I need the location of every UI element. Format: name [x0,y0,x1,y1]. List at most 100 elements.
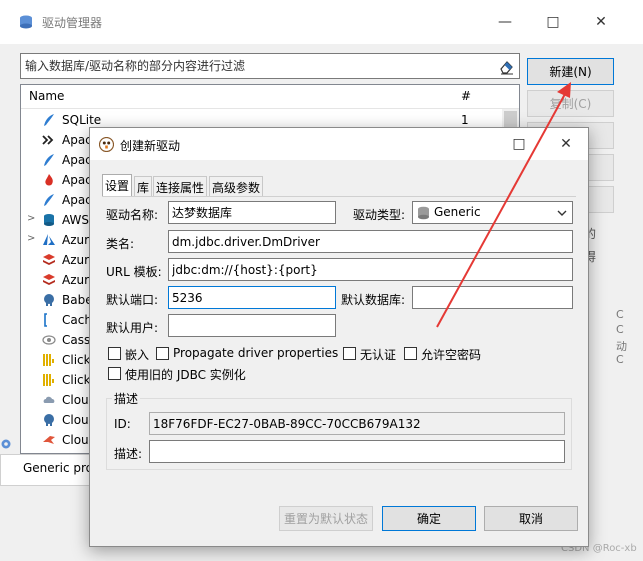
feather-icon [44,154,54,166]
driver-name: Clou [62,413,89,427]
url-template-input[interactable] [168,258,573,281]
propagate-checkbox-box[interactable] [156,347,169,360]
column-name[interactable]: Name [29,89,64,103]
close-icon[interactable]: ✕ [549,132,583,156]
driver-filter-box [20,53,520,79]
url-template-label: URL 模板: [106,265,162,279]
driver-name: Apac [62,133,92,147]
driver-name: Azur [62,233,90,247]
column-count[interactable]: # [461,89,471,103]
allow-empty-password-label: 允许空密码 [421,348,482,362]
allow-empty-password-checkbox[interactable]: 允许空密码 [404,346,488,362]
driver-description-text: Generic pro [23,461,93,475]
bird-icon [43,436,55,444]
driver-manager-titlebar: 驱动管理器 — □ ✕ [0,0,643,44]
bars-icon [43,374,54,386]
propagate-checkbox-label: Propagate driver properties [173,346,339,360]
copy-driver-button[interactable]: 复制(C) [527,90,614,117]
maximize-icon[interactable]: □ [502,132,536,156]
legacy-jdbc-checkbox[interactable]: 使用旧的 JDBC 实例化 [108,366,268,382]
eraser-icon[interactable] [498,58,515,75]
tab-connection-properties[interactable]: 连接属性 [153,176,208,196]
embedded-checkbox[interactable]: 嵌入 [108,346,152,362]
flame-icon [45,174,53,186]
propagate-driver-properties-checkbox[interactable]: Propagate driver properties [156,346,340,362]
driver-filter-input[interactable] [23,56,493,76]
driver-name: Babe [62,293,93,307]
driver-name: Cach [62,313,92,327]
maximize-icon[interactable]: □ [538,10,568,34]
legacy-jdbc-checkbox-box[interactable] [108,367,121,380]
id-label: ID: [114,417,131,431]
driver-name: AWS [62,213,90,227]
driver-name: Cass [62,333,91,347]
default-database-label: 默认数据库: [341,293,406,307]
no-auth-checkbox-label: 无认证 [360,348,397,362]
cloud-icon [43,396,55,403]
legacy-jdbc-checkbox-label: 使用旧的 JDBC 实例化 [125,368,246,382]
chevrons-icon [42,135,54,145]
driver-type-label: 驱动类型: [353,208,406,222]
description-label: 描述: [114,447,143,461]
driver-name-label: 驱动名称: [106,208,159,222]
driver-name: Apac [62,193,92,207]
default-database-input[interactable] [412,286,573,309]
elephant-icon [44,294,54,306]
driver-name: Clou [62,433,89,447]
driver-name: Apac [62,153,92,167]
driver-manager-title: 驱动管理器 [42,16,103,30]
no-auth-checkbox[interactable]: 无认证 [343,346,401,362]
create-driver-titlebar: 创建新驱动 □ ✕ [90,128,588,160]
feather-icon [44,114,54,126]
driver-name: Azur [62,273,90,287]
tab-settings[interactable]: 设置 [102,174,133,196]
layers-icon [43,274,55,285]
default-port-input[interactable] [168,286,336,309]
expand-icon[interactable]: > [27,213,35,224]
default-user-input[interactable] [168,314,336,337]
default-port-label: 默认端口: [106,293,159,307]
class-name-label: 类名: [106,237,135,251]
description-input[interactable] [149,440,565,463]
gear-icon [1,439,11,449]
feather-icon [44,194,54,206]
default-user-label: 默认用户: [106,321,159,335]
tab-libraries[interactable]: 库 [134,176,153,196]
cancel-button[interactable]: 取消 [484,506,578,531]
driver-count: 1 [461,113,469,127]
expand-icon[interactable]: > [27,233,35,244]
azure-icon [43,234,55,245]
tab-advanced-parameters[interactable]: 高级参数 [209,176,264,196]
ok-button[interactable]: 确定 [382,506,476,531]
new-driver-button[interactable]: 新建(N) [527,58,614,85]
description-group-title: 描述 [112,390,141,407]
right-edge-text-2: C [616,323,624,336]
beaver-icon [99,137,114,152]
eye-icon [42,335,56,345]
id-field[interactable] [149,412,565,435]
embedded-checkbox-label: 嵌入 [125,348,150,362]
reset-default-button[interactable]: 重置为默认状态 [279,506,373,531]
chevron-down-icon [557,210,567,216]
allow-empty-password-box[interactable] [404,347,417,360]
elephant-icon [44,414,54,426]
embedded-checkbox-box[interactable] [108,347,121,360]
bars-icon [43,354,54,366]
database-icon [44,214,54,226]
no-auth-checkbox-box[interactable] [343,347,356,360]
minimize-icon[interactable]: — [490,10,520,34]
driver-type-value: Generic [434,205,481,219]
close-icon[interactable]: ✕ [586,10,616,34]
right-edge-text-3: 动 [616,340,627,353]
right-edge-text-4: C [616,353,624,366]
database-icon [418,206,429,220]
dialog-title: 创建新驱动 [120,139,181,153]
driver-type-select[interactable]: Generic [412,201,573,224]
bracket-icon [44,313,47,327]
driver-name-input[interactable] [168,201,336,224]
right-edge-text-1: C [616,308,624,321]
driver-name: Click [62,373,91,387]
driver-name: Clou [62,393,89,407]
class-name-input[interactable] [168,230,573,253]
driver-list-header: Name # [21,85,519,109]
